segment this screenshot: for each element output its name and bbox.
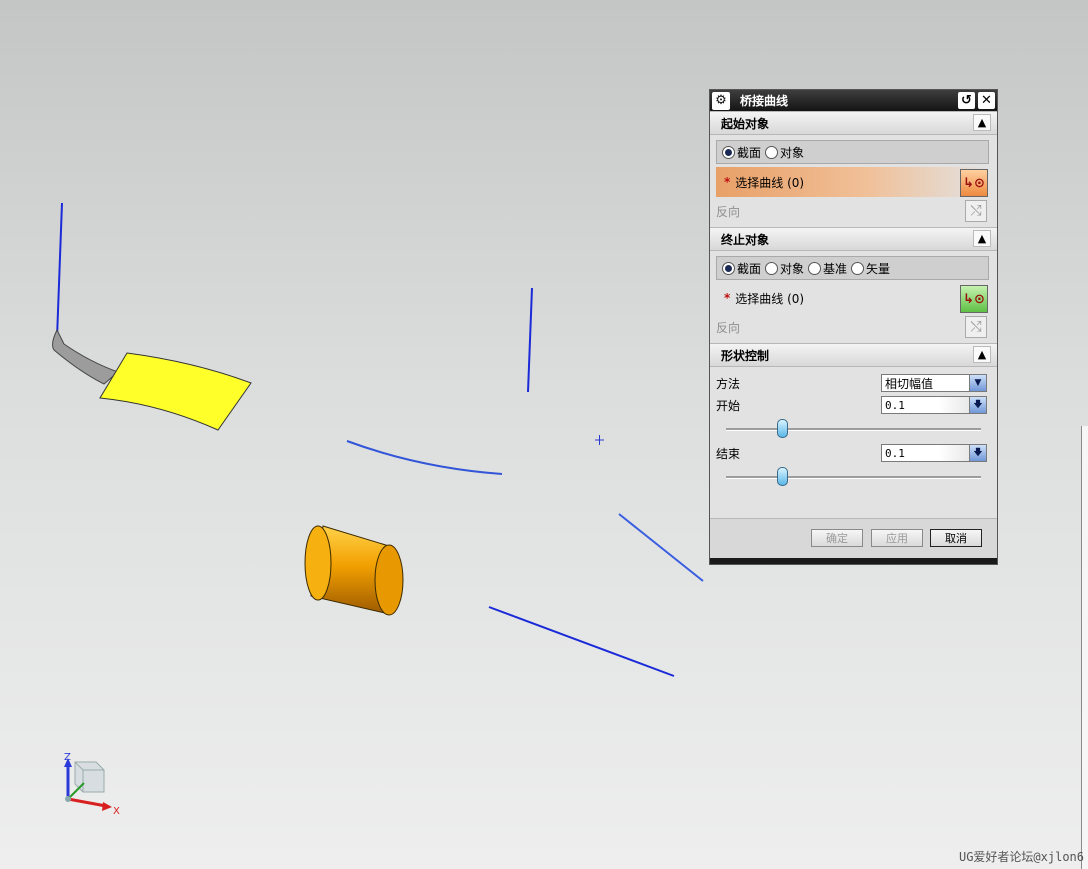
- radio-label: 截面: [737, 261, 762, 276]
- curve-diagonal-bottom[interactable]: [488, 606, 675, 677]
- radio-label: 对象: [780, 261, 805, 276]
- method-label: 方法: [716, 376, 741, 391]
- required-mark: *: [724, 291, 731, 305]
- start-type-radio-group: 截面 对象: [716, 140, 989, 164]
- start-object-title: 起始对象: [721, 116, 770, 131]
- triad-z-label: Z: [64, 752, 71, 763]
- method-dropdown[interactable]: 相切幅值 ▼: [881, 374, 987, 392]
- dialog-title: 桥接曲线: [740, 94, 789, 108]
- dialog-titlebar[interactable]: ⚙ 桥接曲线 ↺ ✕: [710, 90, 997, 111]
- slider-track[interactable]: [726, 428, 981, 431]
- end-select-curve-row[interactable]: * 选择曲线 (0) ↳⊙: [716, 283, 989, 313]
- chevron-up-icon[interactable]: ▲: [973, 230, 991, 247]
- curve-vertical-left[interactable]: [56, 202, 63, 339]
- end-slider[interactable]: [716, 464, 989, 490]
- curve-diagonal-right[interactable]: [618, 513, 704, 582]
- method-value: 相切幅值: [885, 376, 934, 391]
- slider-track[interactable]: [726, 476, 981, 479]
- radio-label: 截面: [737, 145, 762, 160]
- start-value-input[interactable]: 0.1 🡇: [881, 396, 987, 414]
- start-slider-thumb[interactable]: [777, 419, 789, 438]
- start-label: 开始: [716, 398, 741, 413]
- dialog-bottom-bar: [710, 558, 997, 564]
- arrow-down-icon[interactable]: 🡇: [969, 445, 986, 461]
- reverse-direction-icon[interactable]: ⤭: [965, 200, 987, 222]
- close-icon[interactable]: ✕: [978, 92, 995, 109]
- radio-label: 矢量: [866, 261, 891, 276]
- radio-object-start[interactable]: 对象: [765, 144, 804, 161]
- select-curve-icon[interactable]: ↳⊙: [960, 169, 988, 197]
- cancel-button[interactable]: 取消: [930, 529, 982, 547]
- required-mark: *: [724, 175, 731, 189]
- dialog-footer: 确定 应用 取消: [710, 518, 997, 559]
- start-value-text: 0.1: [885, 398, 905, 412]
- watermark-text: UG爱好者论坛@xjlon6: [958, 850, 1084, 864]
- select-curve-label: 选择曲线 (0): [735, 175, 805, 190]
- radio-label: 基准: [823, 261, 848, 276]
- end-object-header[interactable]: 终止对象 ▲: [710, 227, 997, 251]
- radio-dot[interactable]: [722, 261, 735, 275]
- end-reverse-row: 反向 ⤭: [716, 313, 989, 341]
- shape-control-body: 方法 相切幅值 ▼ 开始 0.1 🡇 结束 0.1 🡇: [710, 367, 997, 492]
- end-type-radio-group: 截面 对象 基准 矢量: [716, 256, 989, 280]
- end-value-input[interactable]: 0.1 🡇: [881, 444, 987, 462]
- radio-dot[interactable]: [765, 261, 779, 275]
- radio-section-start[interactable]: 截面: [722, 144, 761, 161]
- radio-dot[interactable]: [722, 145, 735, 159]
- radio-vector-end[interactable]: 矢量: [851, 260, 890, 277]
- end-object-body: 截面 对象 基准 矢量 * 选择曲线 (0) ↳⊙ 反向 ⤭: [710, 251, 997, 343]
- reset-icon[interactable]: ↺: [958, 92, 975, 109]
- right-edge-panel: [1081, 426, 1088, 869]
- shape-control-header[interactable]: 形状控制 ▲: [710, 343, 997, 367]
- select-curve-icon[interactable]: ↳⊙: [960, 285, 988, 313]
- orange-cylinder[interactable]: [304, 525, 404, 616]
- bridge-curve-dialog[interactable]: ⚙ 桥接曲线 ↺ ✕ 起始对象 ▲ 截面 对象 * 选择曲线 (0) ↳⊙ 反向…: [709, 89, 998, 565]
- curve-vertical-mid[interactable]: [527, 287, 533, 393]
- radio-label: 对象: [780, 145, 805, 160]
- radio-datum-end[interactable]: 基准: [808, 260, 847, 277]
- arrow-down-icon[interactable]: 🡇: [969, 397, 986, 413]
- end-value-row: 结束 0.1 🡇: [716, 442, 989, 464]
- triad-x-label: X: [113, 806, 120, 817]
- ok-button[interactable]: 确定: [811, 529, 863, 547]
- radio-object-end[interactable]: 对象: [765, 260, 804, 277]
- start-slider[interactable]: [716, 416, 989, 442]
- radio-section-end[interactable]: 截面: [722, 260, 761, 277]
- curve-arc[interactable]: [346, 440, 503, 475]
- method-row: 方法 相切幅值 ▼: [716, 372, 989, 394]
- reverse-label: 反向: [716, 320, 741, 335]
- start-reverse-row: 反向 ⤭: [716, 197, 989, 225]
- wcs-triad: Z X: [64, 752, 120, 817]
- chevron-up-icon[interactable]: ▲: [973, 114, 991, 131]
- start-object-header[interactable]: 起始对象 ▲: [710, 111, 997, 135]
- apply-button[interactable]: 应用: [871, 529, 923, 547]
- chevron-up-icon[interactable]: ▲: [973, 346, 991, 363]
- radio-dot[interactable]: [808, 261, 822, 275]
- shape-control-title: 形状控制: [721, 348, 770, 363]
- end-value-text: 0.1: [885, 446, 905, 460]
- cursor-crosshair: [595, 435, 604, 445]
- start-object-body: 截面 对象 * 选择曲线 (0) ↳⊙ 反向 ⤭: [710, 135, 997, 227]
- grey-strip-surface[interactable]: [52, 328, 119, 385]
- start-select-curve-row[interactable]: * 选择曲线 (0) ↳⊙: [716, 167, 989, 197]
- end-slider-thumb[interactable]: [777, 467, 789, 486]
- end-label: 结束: [716, 446, 741, 461]
- radio-dot[interactable]: [851, 261, 865, 275]
- end-object-title: 终止对象: [721, 232, 770, 247]
- reverse-direction-icon[interactable]: ⤭: [965, 316, 987, 338]
- yellow-surface[interactable]: [99, 352, 252, 431]
- select-curve-label: 选择曲线 (0): [735, 291, 805, 306]
- reverse-label: 反向: [716, 204, 741, 219]
- gear-icon[interactable]: ⚙: [712, 91, 730, 110]
- radio-dot[interactable]: [765, 145, 779, 159]
- chevron-down-icon[interactable]: ▼: [969, 375, 986, 391]
- start-value-row: 开始 0.1 🡇: [716, 394, 989, 416]
